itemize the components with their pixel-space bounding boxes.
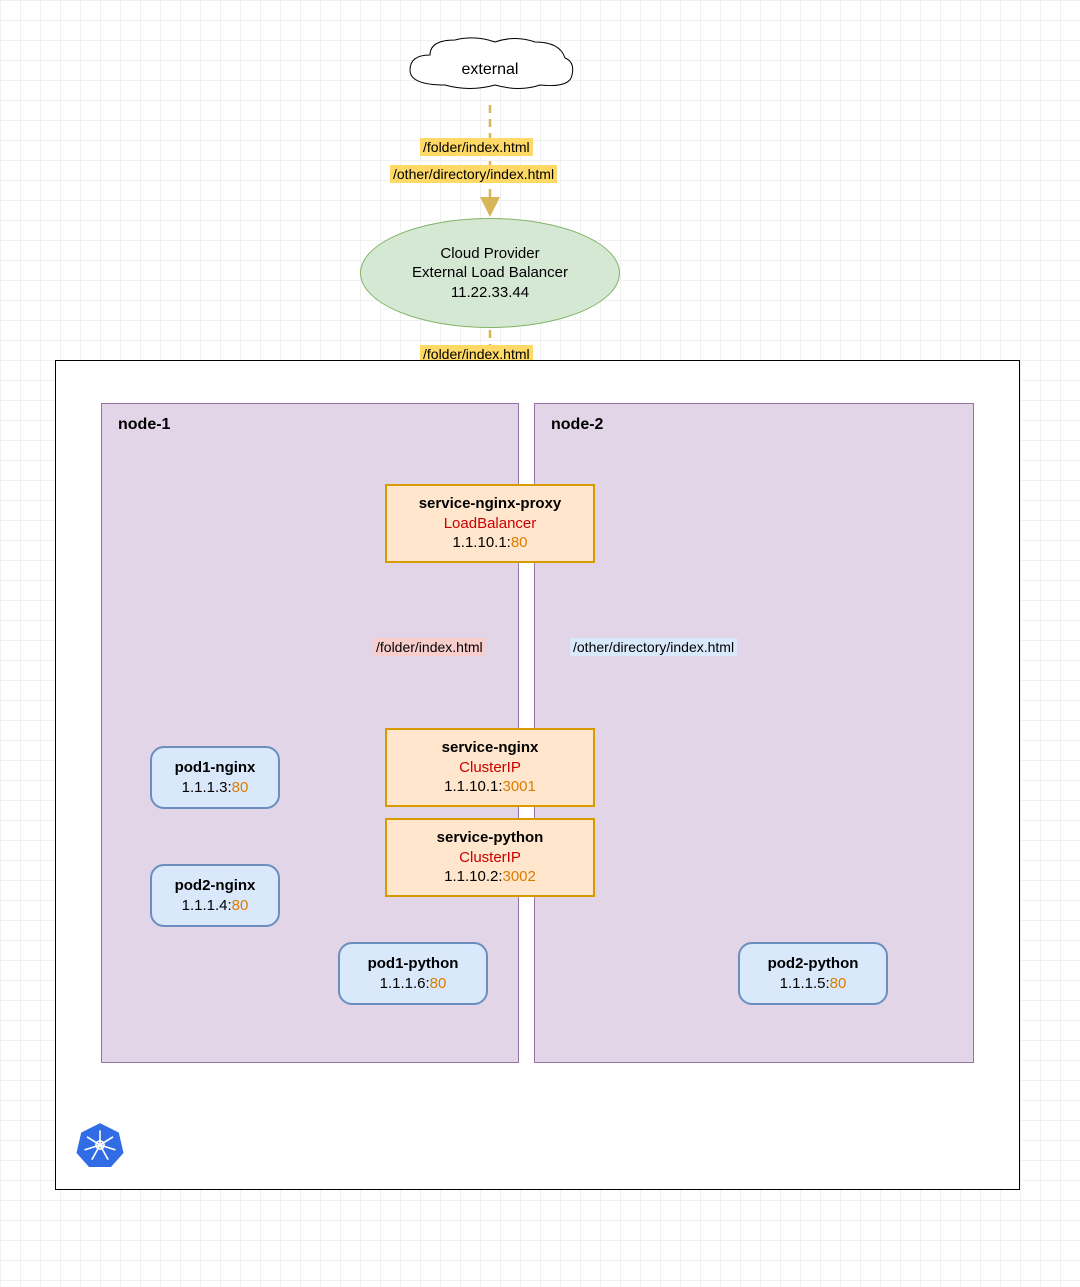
path-label-folder-red: /folder/index.html	[373, 638, 486, 656]
service-nginx-type: ClusterIP	[401, 758, 579, 778]
pod2-python-addr: 1.1.1.5:80	[754, 974, 872, 994]
service-nginx-addr: 1.1.10.1:3001	[401, 777, 579, 797]
external-cloud: external	[400, 30, 580, 100]
lb-ip: 11.22.33.44	[451, 283, 529, 303]
service-nginx-proxy: service-nginx-proxy LoadBalancer 1.1.10.…	[385, 484, 595, 563]
service-python: service-python ClusterIP 1.1.10.2:3002	[385, 818, 595, 897]
pod2-nginx: pod2-nginx 1.1.1.4:80	[150, 864, 280, 927]
service-nginx-name: service-nginx	[401, 738, 579, 758]
pod1-python-name: pod1-python	[354, 954, 472, 974]
service-python-type: ClusterIP	[401, 848, 579, 868]
pod1-nginx-addr: 1.1.1.3:80	[166, 778, 264, 798]
service-python-addr: 1.1.10.2:3002	[401, 867, 579, 887]
node-1-label: node-1	[118, 416, 170, 434]
service-nginx-proxy-name: service-nginx-proxy	[401, 494, 579, 514]
service-nginx: service-nginx ClusterIP 1.1.10.1:3001	[385, 728, 595, 807]
node-2-label: node-2	[551, 416, 603, 434]
lb-line2: External Load Balancer	[412, 263, 568, 283]
pod2-python: pod2-python 1.1.1.5:80	[738, 942, 888, 1005]
lb-line1: Cloud Provider	[440, 244, 539, 264]
path-label-other-1: /other/directory/index.html	[390, 165, 557, 183]
external-label: external	[462, 51, 519, 79]
service-nginx-proxy-type: LoadBalancer	[401, 514, 579, 534]
pod1-nginx-name: pod1-nginx	[166, 758, 264, 778]
cloud-load-balancer: Cloud Provider External Load Balancer 11…	[360, 218, 620, 328]
service-python-name: service-python	[401, 828, 579, 848]
kubernetes-icon	[74, 1119, 126, 1171]
pod2-python-name: pod2-python	[754, 954, 872, 974]
path-label-other-blue: /other/directory/index.html	[570, 638, 737, 656]
pod1-nginx: pod1-nginx 1.1.1.3:80	[150, 746, 280, 809]
pod1-python-addr: 1.1.1.6:80	[354, 974, 472, 994]
path-label-folder-1: /folder/index.html	[420, 138, 533, 156]
service-nginx-proxy-addr: 1.1.10.1:80	[401, 533, 579, 553]
pod2-nginx-name: pod2-nginx	[166, 876, 264, 896]
pod2-nginx-addr: 1.1.1.4:80	[166, 896, 264, 916]
pod1-python: pod1-python 1.1.1.6:80	[338, 942, 488, 1005]
